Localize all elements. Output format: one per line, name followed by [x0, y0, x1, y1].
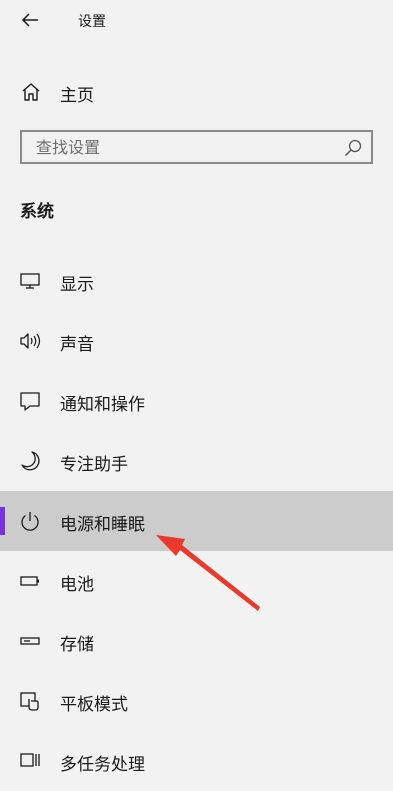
multitasking-icon — [19, 750, 41, 772]
nav-item-sound[interactable]: 声音 — [0, 311, 393, 371]
nav-item-label: 声音 — [60, 335, 94, 355]
nav-item-label: 存储 — [60, 635, 94, 655]
nav-item-power-sleep[interactable]: 电源和睡眠 — [0, 491, 393, 551]
nav-item-label: 多任务处理 — [60, 755, 145, 775]
nav-item-display[interactable]: 显示 — [0, 251, 393, 311]
nav-item-label: 显示 — [60, 275, 94, 295]
home-nav-item[interactable]: 主页 — [0, 70, 393, 114]
search-input[interactable] — [36, 137, 336, 157]
back-arrow-icon — [21, 12, 39, 28]
nav-item-notifications[interactable]: 通知和操作 — [0, 371, 393, 431]
search-icon[interactable] — [343, 138, 363, 158]
nav-item-focus-assist[interactable]: 专注助手 — [0, 431, 393, 491]
battery-icon — [19, 570, 41, 592]
nav-item-multitasking[interactable]: 多任务处理 — [0, 731, 393, 791]
nav-item-label: 电源和睡眠 — [60, 515, 145, 535]
monitor-icon — [19, 270, 41, 292]
search-box[interactable] — [20, 130, 373, 164]
section-heading: 系统 — [20, 202, 54, 222]
storage-icon — [19, 630, 41, 652]
title-bar: 设置 — [0, 0, 393, 40]
tablet-mode-icon — [19, 690, 41, 712]
window-title: 设置 — [78, 14, 106, 30]
home-icon — [20, 81, 42, 103]
nav-item-label: 专注助手 — [60, 455, 128, 475]
notification-icon — [19, 390, 41, 412]
nav-item-label: 电池 — [60, 575, 94, 595]
power-icon — [19, 510, 41, 532]
selection-indicator — [0, 507, 5, 535]
nav-item-battery[interactable]: 电池 — [0, 551, 393, 611]
nav-item-label: 通知和操作 — [60, 395, 145, 415]
nav-item-storage[interactable]: 存储 — [0, 611, 393, 671]
home-label: 主页 — [60, 86, 94, 106]
speaker-icon — [19, 330, 41, 352]
moon-icon — [19, 450, 41, 472]
nav-item-tablet-mode[interactable]: 平板模式 — [0, 671, 393, 731]
back-button[interactable] — [14, 6, 46, 34]
nav-item-label: 平板模式 — [60, 695, 128, 715]
